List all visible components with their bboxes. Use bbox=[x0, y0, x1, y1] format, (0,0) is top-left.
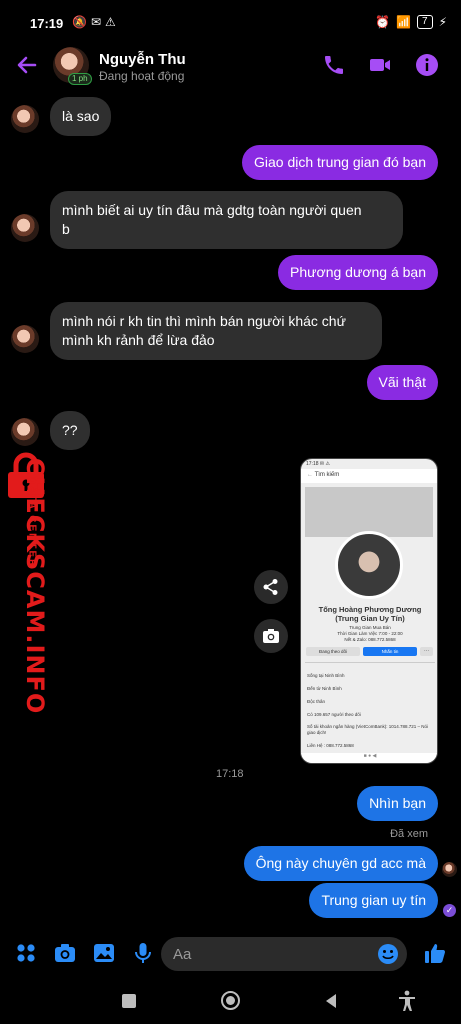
microphone-icon[interactable] bbox=[132, 942, 154, 964]
mini-more-button: ··· bbox=[420, 647, 433, 656]
mini-profile-name: Tống Hoàng Phương Dương (Trung Gian Uy T… bbox=[318, 605, 422, 623]
outgoing-message[interactable]: Trung gian uy tín bbox=[309, 883, 438, 918]
seen-avatar bbox=[442, 862, 457, 877]
wifi-icon: 📶 bbox=[396, 15, 411, 29]
seen-receipt: Đã xem bbox=[390, 828, 428, 840]
back-arrow-icon[interactable] bbox=[14, 52, 40, 78]
presence-status: Đang hoạt động bbox=[99, 69, 185, 83]
message-input[interactable]: Aa bbox=[161, 937, 407, 971]
status-right-icons: ⏰ 📶 7 ⚡ bbox=[375, 15, 447, 29]
sender-avatar[interactable] bbox=[11, 325, 39, 353]
gallery-icon[interactable] bbox=[93, 942, 115, 964]
outgoing-message[interactable]: Ông này chuyên gd acc mà bbox=[243, 846, 438, 881]
charging-icon: ⚡ bbox=[438, 15, 447, 29]
save-photo-button[interactable] bbox=[254, 619, 288, 653]
shared-screenshot-image[interactable]: 17:18 ✉ ⚠ ← Tìm kiếm Tống Hoàng Phương D… bbox=[300, 458, 438, 764]
mini-nav-bar: ■ ● ◀ bbox=[301, 753, 437, 763]
video-call-icon[interactable] bbox=[368, 53, 392, 77]
mini-status-bar: 17:18 ✉ ⚠ bbox=[306, 461, 330, 467]
accessibility-icon[interactable] bbox=[398, 990, 416, 1017]
thumbs-up-icon[interactable] bbox=[424, 942, 446, 964]
camera-icon[interactable] bbox=[54, 942, 76, 964]
sent-check-icon: ✓ bbox=[443, 904, 456, 917]
outgoing-message[interactable]: Nhìn bạn bbox=[357, 786, 438, 821]
sender-avatar[interactable] bbox=[11, 105, 39, 133]
incoming-message[interactable]: là sao bbox=[50, 97, 112, 136]
contact-name[interactable]: Nguyễn Thu bbox=[99, 51, 186, 68]
alarm-icon: ⏰ bbox=[375, 15, 391, 29]
recents-nav-icon[interactable] bbox=[122, 994, 136, 1008]
incoming-message[interactable]: ?? bbox=[50, 411, 90, 450]
outgoing-message[interactable]: Giao dịch trung gian đó bạn bbox=[241, 145, 438, 180]
incoming-message[interactable]: mình biết ai uy tín đâu mà gdtg toàn ngư… bbox=[50, 191, 403, 249]
incoming-message[interactable]: mình nói r kh tin thì mình bán người khá… bbox=[50, 302, 382, 360]
watermark-tag: DATA CENTER bbox=[26, 476, 38, 569]
message-input-placeholder: Aa bbox=[173, 946, 192, 963]
outgoing-message[interactable]: Vãi thật bbox=[366, 365, 438, 400]
sender-avatar[interactable] bbox=[11, 214, 39, 242]
mini-profile-photo bbox=[335, 531, 403, 599]
back-nav-icon[interactable] bbox=[324, 993, 338, 1014]
battery-icon: 7 bbox=[417, 15, 433, 29]
phone-call-icon[interactable] bbox=[322, 53, 346, 77]
mini-profile-bio: Trung Gian Mua Bán Thời Gian Làm Việc 7:… bbox=[337, 625, 403, 642]
apps-grid-icon[interactable] bbox=[15, 942, 37, 964]
mini-cover-photo bbox=[305, 487, 433, 537]
status-bar: 17:19 🔕✉⚠ ⏰ 📶 7 ⚡ bbox=[0, 0, 461, 44]
mini-info-list: Sống tại Ninh Bình Đến từ Ninh Bình Độc … bbox=[307, 673, 429, 748]
mini-message-button: Nhắn tin bbox=[363, 647, 417, 656]
home-nav-icon[interactable] bbox=[221, 991, 240, 1010]
emoji-icon[interactable] bbox=[377, 943, 399, 965]
active-time-badge: 1 ph bbox=[68, 73, 92, 85]
outgoing-message[interactable]: Phương dương á bạn bbox=[278, 255, 438, 290]
camera-icon bbox=[263, 629, 279, 643]
share-button[interactable] bbox=[254, 570, 288, 604]
mini-search-bar: ← Tìm kiếm bbox=[301, 469, 437, 483]
message-timestamp: 17:18 bbox=[216, 768, 244, 780]
info-icon[interactable] bbox=[415, 53, 439, 77]
share-icon bbox=[263, 579, 278, 595]
status-notification-icons: 🔕✉⚠ bbox=[72, 15, 120, 29]
mini-following-button: Đang theo dõi bbox=[306, 647, 360, 656]
status-time: 17:19 bbox=[30, 16, 64, 31]
